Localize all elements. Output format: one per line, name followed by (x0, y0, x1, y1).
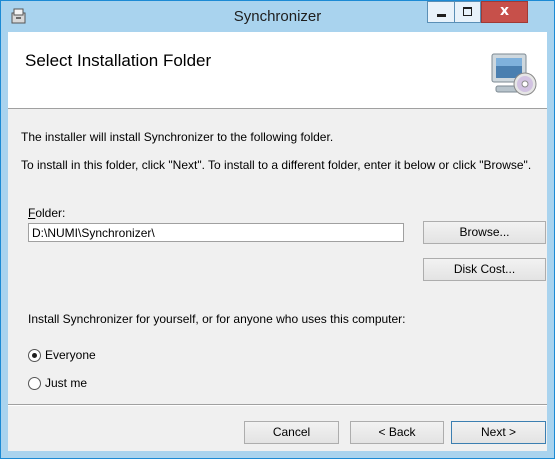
computer-disc-icon (491, 53, 537, 96)
dialog-client-area: Select Installation Folder The installer… (8, 32, 547, 451)
installer-window: Synchronizer x Select Installation Folde… (0, 0, 555, 459)
minimize-icon (437, 14, 446, 17)
maximize-button[interactable] (454, 1, 481, 23)
radio-dot (32, 353, 37, 358)
radio-just-me-label[interactable]: Just me (45, 376, 87, 390)
next-button[interactable]: Next > (451, 421, 546, 444)
back-button[interactable]: < Back (350, 421, 444, 444)
instructions-text: To install in this folder, click "Next".… (21, 158, 532, 172)
minimize-button[interactable] (427, 1, 455, 23)
close-icon: x (499, 3, 510, 19)
folder-path-input[interactable] (28, 223, 404, 242)
radio-button-unselected[interactable] (28, 377, 41, 390)
radio-everyone-label[interactable]: Everyone (45, 348, 96, 362)
intro-text: The installer will install Synchronizer … (21, 130, 334, 144)
maximize-icon (463, 7, 472, 16)
title-bar[interactable]: Synchronizer x (1, 1, 554, 32)
cancel-button[interactable]: Cancel (244, 421, 339, 444)
folder-label: Folder: (28, 206, 65, 220)
install-for-prompt: Install Synchronizer for yourself, or fo… (28, 312, 406, 326)
banner: Select Installation Folder (8, 32, 547, 109)
disk-cost-button[interactable]: Disk Cost... (423, 258, 546, 281)
browse-button[interactable]: Browse... (423, 221, 546, 244)
radio-button-selected[interactable] (28, 349, 41, 362)
close-button[interactable]: x (481, 1, 528, 23)
page-title: Select Installation Folder (25, 51, 212, 70)
footer-divider-highlight (8, 405, 547, 406)
folder-label-rest: older: (35, 206, 66, 220)
